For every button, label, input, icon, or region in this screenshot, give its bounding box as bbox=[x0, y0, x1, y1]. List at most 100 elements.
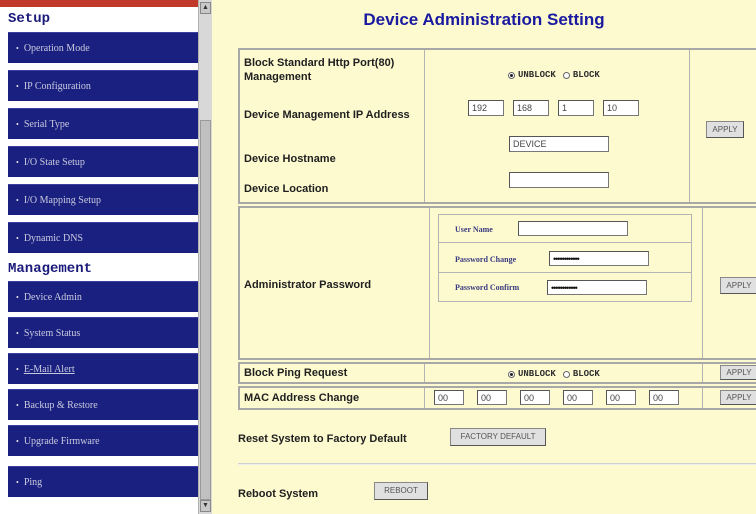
sidebar-top-bar bbox=[0, 0, 198, 7]
scrollbar-thumb[interactable] bbox=[200, 120, 211, 500]
sidebar-item-io-state-setup[interactable]: • I/O State Setup bbox=[8, 146, 198, 177]
sidebar-item-label: Upgrade Firmware bbox=[23, 435, 100, 447]
password-confirm-input[interactable]: •••••••••••• bbox=[547, 280, 647, 295]
mac-octet-6[interactable]: 00 bbox=[649, 390, 679, 405]
main-content: Device Administration Setting Block Stan… bbox=[212, 0, 756, 514]
apply-button-password[interactable]: APPLY bbox=[720, 277, 756, 294]
bullet-icon: • bbox=[16, 328, 19, 338]
sidebar-item-label: I/O State Setup bbox=[23, 156, 85, 168]
divider bbox=[439, 242, 691, 243]
sidebar-item-label: Serial Type bbox=[23, 118, 70, 130]
bullet-icon: • bbox=[16, 43, 19, 53]
sidebar-item-device-admin[interactable]: • Device Admin bbox=[8, 281, 198, 312]
apply-button-ping[interactable]: APPLY bbox=[720, 365, 756, 380]
scroll-up-icon[interactable]: ▲ bbox=[200, 2, 211, 14]
sidebar-item-io-mapping-setup[interactable]: • I/O Mapping Setup bbox=[8, 184, 198, 215]
sidebar-item-label: I/O Mapping Setup bbox=[23, 194, 102, 206]
divider bbox=[689, 50, 690, 202]
mac-octet-1[interactable]: 00 bbox=[434, 390, 464, 405]
reboot-button[interactable]: REBOOT bbox=[374, 482, 428, 500]
bullet-icon: • bbox=[16, 81, 19, 91]
apply-button-device[interactable]: APPLY bbox=[706, 121, 744, 138]
divider bbox=[702, 364, 703, 382]
sidebar-item-backup-restore[interactable]: • Backup & Restore bbox=[8, 389, 198, 420]
bullet-icon: • bbox=[16, 233, 19, 243]
user-name-input[interactable] bbox=[518, 221, 628, 236]
sidebar-header-management: Management bbox=[8, 261, 93, 277]
ping-unblock-option-label: UNBLOCK bbox=[518, 369, 556, 379]
hostname-input[interactable]: DEVICE bbox=[509, 136, 609, 152]
bullet-icon: • bbox=[16, 364, 19, 374]
hostname-label: Device Hostname bbox=[244, 153, 336, 165]
block-http-label: Block Standard Http Port(80) Management bbox=[244, 57, 395, 83]
ip-octet-2[interactable]: 168 bbox=[513, 100, 549, 116]
page-title: Device Administration Setting bbox=[363, 10, 605, 29]
password-confirm-label: Password Confirm bbox=[455, 283, 520, 292]
divider bbox=[424, 50, 425, 202]
sidebar-item-label: System Status bbox=[23, 327, 81, 339]
sidebar-item-label: IP Configuration bbox=[23, 80, 91, 92]
scroll-down-icon[interactable]: ▼ bbox=[200, 500, 211, 512]
divider bbox=[439, 272, 691, 273]
ping-block-radio[interactable] bbox=[562, 370, 570, 378]
sidebar-scrollbar[interactable]: ▲ ▼ bbox=[198, 0, 212, 514]
bullet-icon: • bbox=[16, 195, 19, 205]
block-ping-label: Block Ping Request bbox=[244, 367, 348, 379]
mac-octet-2[interactable]: 00 bbox=[477, 390, 507, 405]
reboot-label: Reboot System bbox=[238, 488, 319, 500]
ping-unblock-radio[interactable] bbox=[508, 370, 515, 378]
section-divider bbox=[238, 463, 756, 465]
mac-octet-4[interactable]: 00 bbox=[563, 390, 593, 405]
sidebar-item-system-status[interactable]: • System Status bbox=[8, 317, 198, 348]
divider bbox=[702, 208, 703, 358]
ip-octet-4[interactable]: 10 bbox=[603, 100, 639, 116]
block-ping-row: Block Ping Request UNBLOCK BLOCK APPLY bbox=[238, 362, 756, 384]
sidebar-item-label: Operation Mode bbox=[23, 42, 90, 54]
password-change-input[interactable]: •••••••••••• bbox=[549, 251, 649, 266]
device-settings-table: Block Standard Http Port(80) Management … bbox=[238, 48, 756, 204]
bullet-icon: • bbox=[16, 292, 19, 302]
block-option-label: BLOCK bbox=[572, 70, 600, 80]
bullet-icon: • bbox=[16, 119, 19, 129]
mac-address-row: MAC Address Change 00 00 00 00 00 00 APP… bbox=[238, 386, 756, 410]
mac-octet-3[interactable]: 00 bbox=[520, 390, 550, 405]
unblock-option-label: UNBLOCK bbox=[518, 70, 556, 80]
admin-password-label: Administrator Password bbox=[244, 279, 372, 291]
sidebar-item-operation-mode[interactable]: • Operation Mode bbox=[8, 32, 198, 63]
block-http-radio-group: UNBLOCK BLOCK bbox=[508, 70, 600, 80]
sidebar-item-dynamic-dns[interactable]: • Dynamic DNS bbox=[8, 222, 198, 253]
block-ping-radio-group: UNBLOCK BLOCK bbox=[508, 369, 600, 379]
sidebar-item-upgrade-firmware[interactable]: • Upgrade Firmware bbox=[8, 425, 198, 456]
bullet-icon: • bbox=[16, 477, 19, 487]
sidebar-item-label: Device Admin bbox=[23, 291, 82, 303]
apply-button-mac[interactable]: APPLY bbox=[720, 390, 756, 405]
ip-octet-1[interactable]: 192 bbox=[468, 100, 504, 116]
sidebar-item-ping[interactable]: • Ping bbox=[8, 466, 198, 497]
ip-octet-3[interactable]: 1 bbox=[558, 100, 594, 116]
factory-default-button[interactable]: FACTORY DEFAULT bbox=[450, 428, 546, 446]
sidebar: Setup • Operation Mode • IP Configuratio… bbox=[0, 0, 212, 514]
admin-password-table: Administrator Password User Name Passwor… bbox=[238, 206, 756, 360]
ping-block-option-label: BLOCK bbox=[572, 369, 600, 379]
mac-octet-5[interactable]: 00 bbox=[606, 390, 636, 405]
bullet-icon: • bbox=[16, 400, 19, 410]
unblock-radio[interactable] bbox=[508, 71, 515, 79]
credentials-subtable: User Name Password Change •••••••••••• P… bbox=[438, 214, 692, 302]
location-input[interactable] bbox=[509, 172, 609, 188]
sidebar-item-email-alert[interactable]: • E-Mail Alert bbox=[8, 353, 198, 384]
user-name-label: User Name bbox=[455, 225, 493, 234]
divider bbox=[424, 364, 425, 382]
mgmt-ip-label: Device Management IP Address bbox=[244, 109, 410, 121]
password-change-label: Password Change bbox=[455, 255, 517, 264]
sidebar-item-ip-configuration[interactable]: • IP Configuration bbox=[8, 70, 198, 101]
sidebar-item-label: E-Mail Alert bbox=[23, 363, 75, 375]
location-label: Device Location bbox=[244, 183, 329, 195]
sidebar-item-label: Dynamic DNS bbox=[23, 232, 83, 244]
block-radio[interactable] bbox=[562, 71, 570, 79]
sidebar-header-setup: Setup bbox=[8, 11, 51, 27]
divider bbox=[702, 388, 703, 408]
divider bbox=[429, 208, 430, 358]
sidebar-item-serial-type[interactable]: • Serial Type bbox=[8, 108, 198, 139]
mac-change-label: MAC Address Change bbox=[244, 392, 360, 404]
bullet-icon: • bbox=[16, 157, 19, 167]
